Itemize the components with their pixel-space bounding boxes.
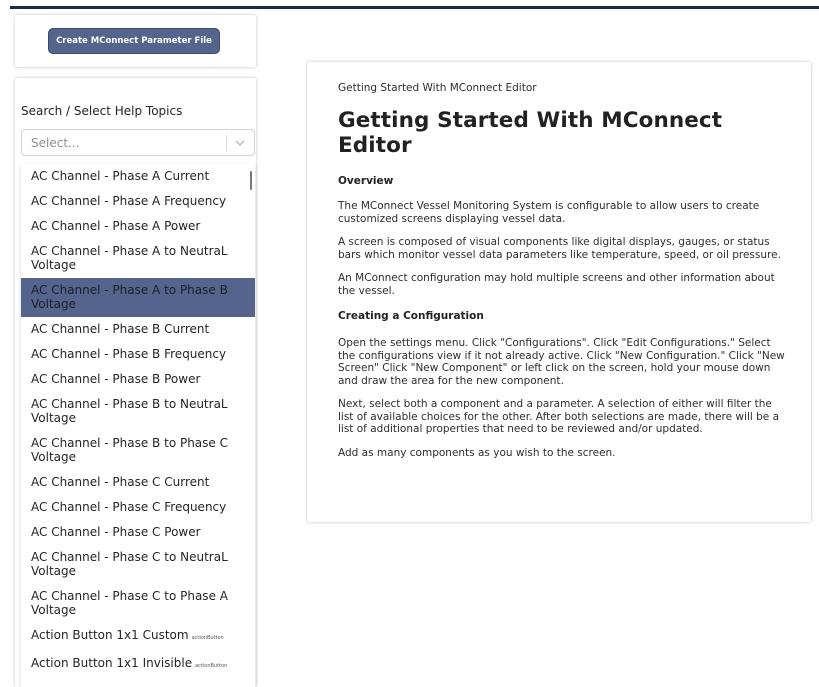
topic-option-label: AC Channel - Phase C to NeutraL Voltage [31,550,228,578]
topic-option[interactable]: AC Channel - Phase C Current [21,470,255,495]
chevron-down-icon[interactable] [233,135,247,149]
topic-option[interactable]: Action Button 1x1 Invisible actionButton [21,651,255,679]
top-bar [10,6,819,9]
breadcrumb: Getting Started With MConnect Editor [338,82,537,94]
topic-option-label: Action Button 1x1 Custom [31,628,189,642]
topic-option-label: Action Button 1x1 Invisible [31,656,193,670]
topic-option-tag: actionButton [191,635,224,641]
select-divider [226,135,227,151]
topic-option[interactable]: AC Channel - Phase B to NeutraL Voltage [21,392,255,431]
configuration-heading: Creating a Configuration [338,310,484,322]
configuration-paragraph: Open the settings menu. Click "Configura… [338,337,785,387]
topic-option[interactable]: AC Channel - Phase C to NeutraL Voltage [21,545,255,584]
topic-option-label: AC Channel - Phase B to Phase C Voltage [31,436,228,464]
topic-option-label: AC Channel - Phase B Frequency [31,347,227,361]
help-topic-select[interactable]: Select... [21,129,255,156]
topic-option-label: AC Channel - Phase B Power [31,372,201,386]
help-content-panel: Getting Started With MConnect Editor Get… [307,62,811,522]
help-topic-dropdown[interactable]: AC Channel - Phase A Current AC Channel -… [21,164,255,687]
search-label: Search / Select Help Topics [21,104,183,118]
create-file-panel: Create MConnect Parameter File [15,15,256,67]
topic-option[interactable]: AC Channel - Phase A to Phase B Voltage [21,278,255,317]
overview-paragraph: A screen is composed of visual component… [338,236,781,261]
topic-option-label: AC Channel - Phase C to Phase A Voltage [31,589,228,617]
topic-option[interactable]: Action Button 1x1 Custom actionButton [21,623,255,651]
topic-option[interactable]: AC Channel - Phase A Frequency [21,189,255,214]
topic-option-label: AC Channel - Phase C Current [31,475,210,489]
overview-paragraph: The MConnect Vessel Monitoring System is… [338,200,760,225]
topic-option-label: AC Channel - Phase A to Phase B Voltage [31,283,228,311]
topic-option[interactable]: AC Channel - Phase B to Phase C Voltage [21,431,255,470]
topic-option-label: AC Channel - Phase C Power [31,525,201,539]
topic-option-label: AC Channel - Phase A Power [31,219,201,233]
topic-option-label: AC Channel - Phase C Frequency [31,500,227,514]
topic-option[interactable]: AC Channel - Phase A to NeutraL Voltage [21,239,255,278]
topic-option-tag: actionButton [195,663,228,669]
topic-option[interactable]: AC Channel - Phase B Current [21,317,255,342]
topic-option[interactable]: AC Channel - Phase B Frequency [21,342,255,367]
page-title: Getting Started With MConnect Editor [338,108,723,158]
configuration-paragraph: Add as many components as you wish to th… [338,446,616,459]
topic-option[interactable]: AC Channel - Phase C Frequency [21,495,255,520]
topic-option-label: AC Channel - Phase A to NeutraL Voltage [31,244,228,272]
dropdown-scrollbar[interactable] [250,171,252,190]
topic-option[interactable]: AC Channel - Phase C Power [21,520,255,545]
overview-heading: Overview [338,175,394,187]
topic-option[interactable]: AC Channel - Phase A Power [21,214,255,239]
select-placeholder: Select... [31,136,80,150]
topic-option-label: AC Channel - Phase B to NeutraL Voltage [31,397,228,425]
configuration-paragraph: Next, select both a component and a para… [338,398,780,435]
overview-paragraph: An MConnect configuration may hold multi… [338,272,775,297]
topic-option[interactable]: AC Channel - Phase C to Phase A Voltage [21,584,255,623]
topic-option-label: AC Channel - Phase A Current [31,169,210,183]
topic-option-label: AC Channel - Phase B Current [31,322,210,336]
topic-option[interactable]: AC Channel - Phase B Power [21,367,255,392]
topic-option-label: AC Channel - Phase A Frequency [31,194,227,208]
create-parameter-file-button[interactable]: Create MConnect Parameter File [48,28,220,54]
topic-option[interactable]: AC Channel - Phase A Current [21,164,255,189]
